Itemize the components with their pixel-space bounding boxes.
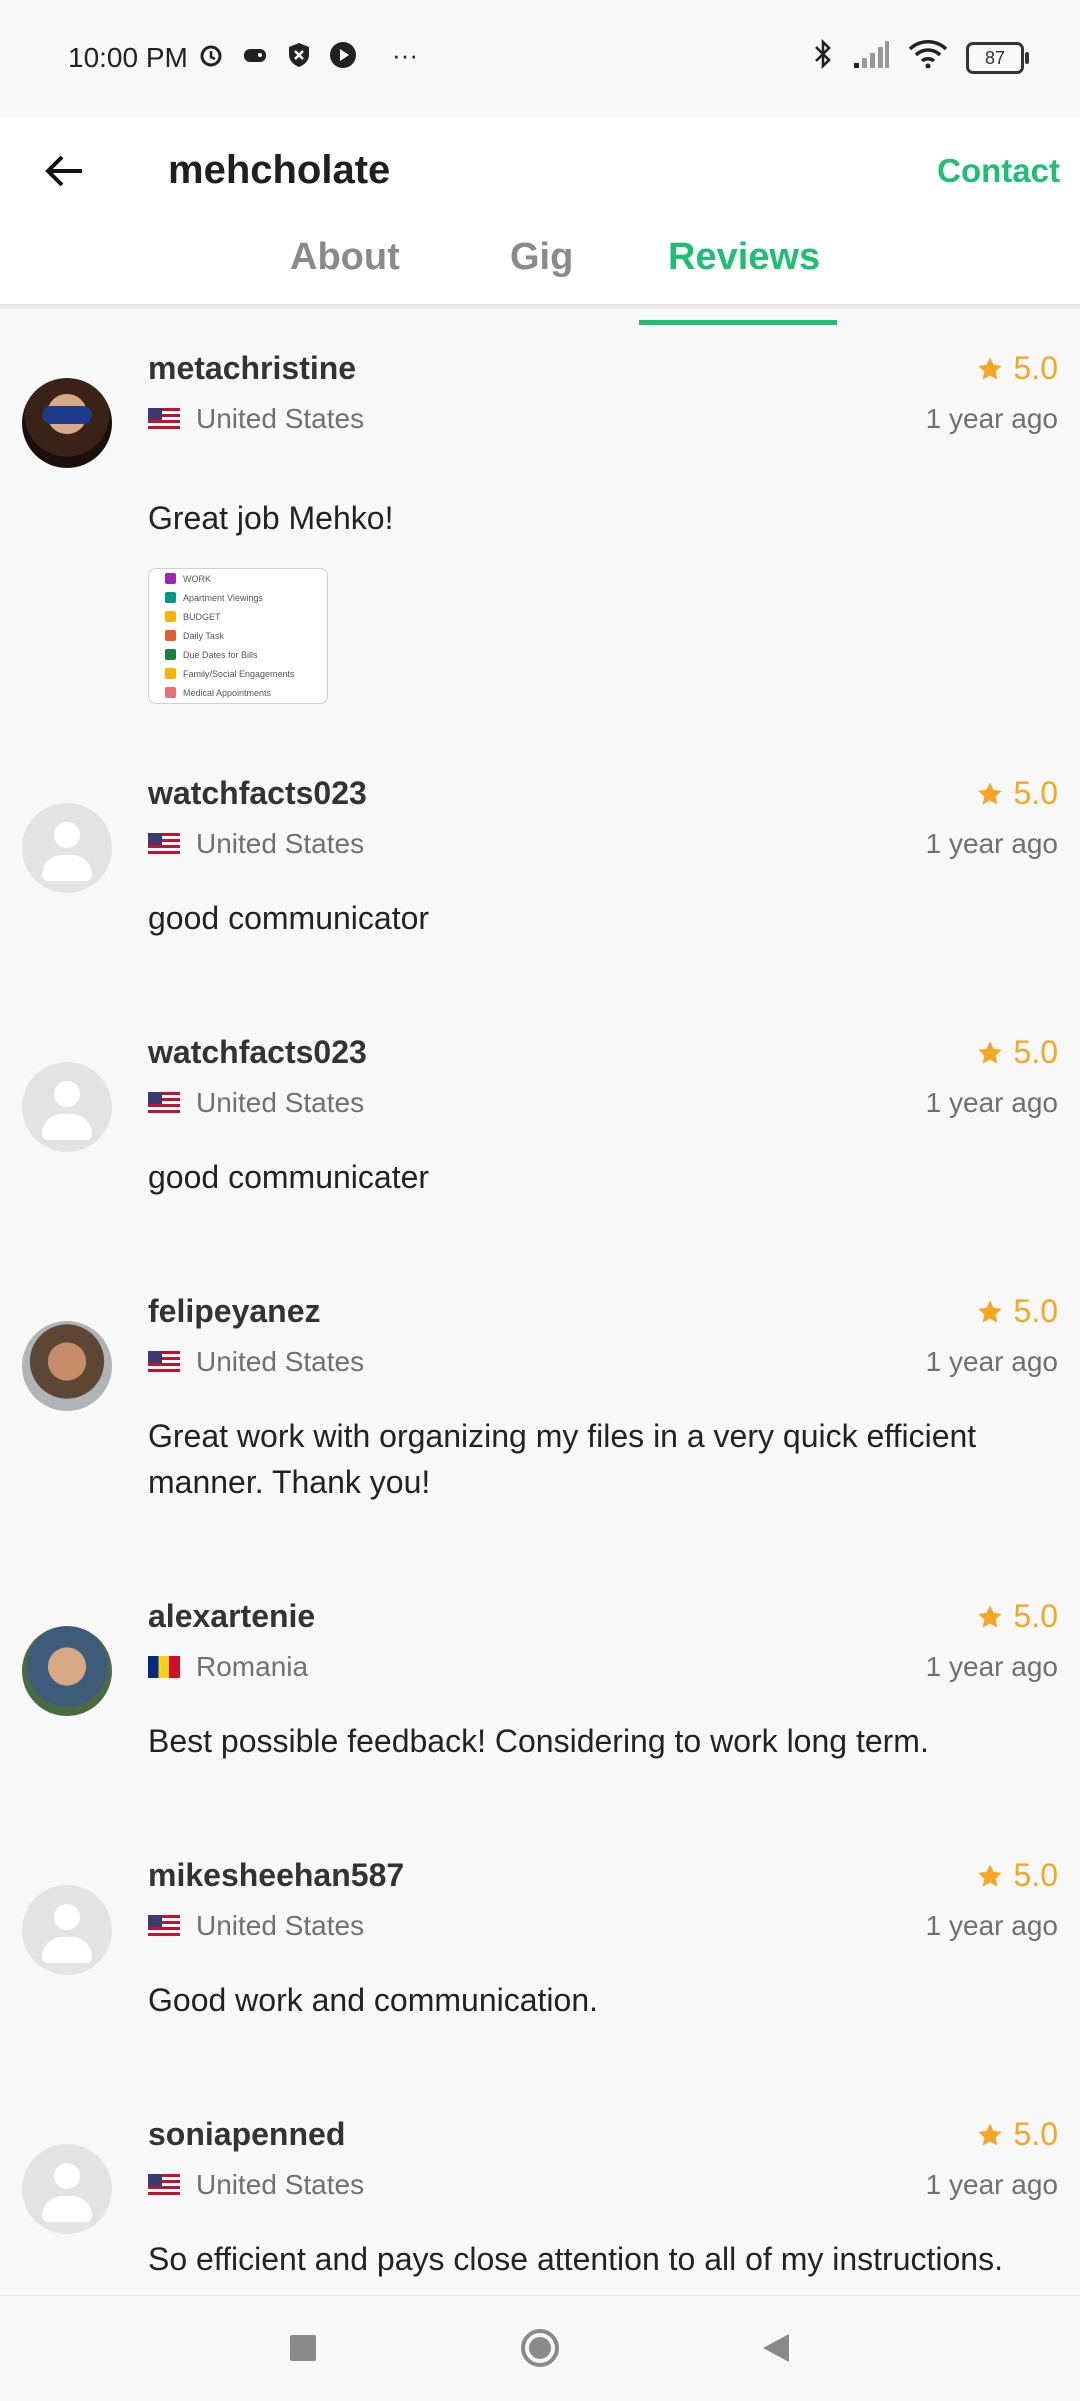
review-time: 1 year ago (925, 828, 1058, 859)
review-time: 1 year ago (925, 1910, 1058, 1941)
signal-icon (852, 39, 890, 76)
review-rating: 5.0 (976, 1293, 1058, 1330)
review-rating: 5.0 (976, 1598, 1058, 1635)
review-item: felipeyanez United States 5.0 1 year ago… (0, 1253, 1080, 1558)
star-icon (977, 1604, 1002, 1628)
contact-button[interactable]: Contact (937, 152, 1060, 190)
us-flag-icon (148, 833, 180, 855)
reviewer-username[interactable]: metachristine (148, 350, 356, 387)
tab-about[interactable]: About (290, 236, 400, 279)
star-icon (977, 356, 1002, 380)
us-flag-icon (148, 1351, 180, 1373)
reviewer-username[interactable]: watchfacts023 (148, 1034, 367, 1071)
review-time: 1 year ago (925, 1087, 1058, 1118)
reviewer-country: United States (148, 403, 364, 435)
star-icon (977, 1299, 1002, 1323)
avatar[interactable] (22, 1885, 112, 1975)
notification-icons: ··· (196, 40, 418, 70)
reviewer-username[interactable]: watchfacts023 (148, 775, 367, 812)
review-time: 1 year ago (925, 403, 1058, 434)
reviewer-username[interactable]: mikesheehan587 (148, 1857, 404, 1894)
triangle-back-icon (763, 2334, 789, 2362)
circle-icon (521, 2329, 559, 2367)
review-time: 1 year ago (925, 1346, 1058, 1377)
more-notifications-icon: ··· (392, 39, 418, 70)
review-item: watchfacts023 United States 5.0 1 year a… (0, 735, 1080, 994)
avatar[interactable] (22, 1062, 112, 1152)
media-icon (328, 40, 358, 70)
tab-gig[interactable]: Gig (510, 236, 573, 279)
us-flag-icon (148, 1092, 180, 1114)
avatar[interactable] (22, 1321, 112, 1411)
avatar[interactable] (22, 803, 112, 893)
reviewer-country: United States (148, 1087, 364, 1119)
review-item: watchfacts023 United States 5.0 1 year a… (0, 994, 1080, 1253)
review-rating: 5.0 (976, 2116, 1058, 2153)
review-rating: 5.0 (976, 775, 1058, 812)
reviews-list[interactable]: metachristine United States 5.0 1 year a… (0, 310, 1080, 2295)
status-time: 10:00 PM (68, 42, 188, 73)
review-text: Good work and communication. (148, 1982, 598, 2018)
tab-bar: About Gig Reviews (0, 236, 1080, 304)
back-button[interactable] (36, 136, 92, 206)
review-item: metachristine United States 5.0 1 year a… (0, 310, 1080, 735)
page-title: mehcholate (168, 148, 391, 192)
us-flag-icon (148, 1915, 180, 1937)
game-controller-icon (240, 40, 270, 70)
app-header: mehcholate Contact About Gig Reviews (0, 118, 1080, 325)
avatar[interactable] (22, 378, 112, 468)
review-rating: 5.0 (976, 1034, 1058, 1071)
tab-reviews[interactable]: Reviews (668, 236, 820, 279)
review-time: 1 year ago (925, 2169, 1058, 2200)
battery-icon: 87 (966, 41, 1029, 74)
reviewer-country: United States (148, 828, 364, 860)
bluetooth-icon (812, 38, 834, 77)
review-text: Best possible feedback! Considering to w… (148, 1723, 929, 1759)
shield-icon (284, 40, 314, 70)
avatar[interactable] (22, 2144, 112, 2234)
recents-button[interactable] (283, 2328, 323, 2368)
square-icon (290, 2335, 316, 2361)
star-icon (977, 781, 1002, 805)
review-rating: 5.0 (976, 1857, 1058, 1894)
review-text: Great work with organizing my files in a… (148, 1418, 977, 1500)
back-nav-button[interactable] (756, 2328, 796, 2368)
home-button[interactable] (520, 2328, 560, 2368)
arrow-left-icon (45, 155, 82, 187)
star-icon (977, 2122, 1002, 2146)
alarm-icon (196, 40, 226, 70)
reviewer-username[interactable]: felipeyanez (148, 1293, 321, 1330)
review-item: mikesheehan587 United States 5.0 1 year … (0, 1817, 1080, 2076)
us-flag-icon (148, 2174, 180, 2196)
review-time: 1 year ago (925, 1651, 1058, 1682)
avatar[interactable] (22, 1626, 112, 1716)
review-text: So efficient and pays close attention to… (148, 2241, 1003, 2277)
review-text: good communicator (148, 900, 430, 936)
reviewer-country: United States (148, 1910, 364, 1942)
status-bar: 10:00 PM ··· 87 (0, 0, 1080, 118)
review-text: good communicater (148, 1159, 430, 1195)
us-flag-icon (148, 408, 180, 430)
romania-flag-icon (148, 1656, 180, 1678)
review-attachment-thumbnail[interactable]: WORK Apartment Viewings BUDGET Daily Tas… (148, 568, 328, 704)
reviewer-username[interactable]: soniapenned (148, 2116, 345, 2153)
reviewer-username[interactable]: alexartenie (148, 1598, 315, 1635)
reviewer-country: United States (148, 1346, 364, 1378)
reviewer-country: United States (148, 2169, 364, 2201)
star-icon (977, 1040, 1002, 1064)
star-icon (977, 1863, 1002, 1887)
review-rating: 5.0 (976, 350, 1058, 387)
system-nav-bar (0, 2295, 1080, 2401)
reviewer-country: Romania (148, 1651, 308, 1683)
review-item: soniapenned United States 5.0 1 year ago… (0, 2076, 1080, 2295)
review-item: alexartenie Romania 5.0 1 year ago Best … (0, 1558, 1080, 1817)
wifi-icon (908, 39, 948, 76)
review-text: Great job Mehko! (148, 500, 394, 536)
